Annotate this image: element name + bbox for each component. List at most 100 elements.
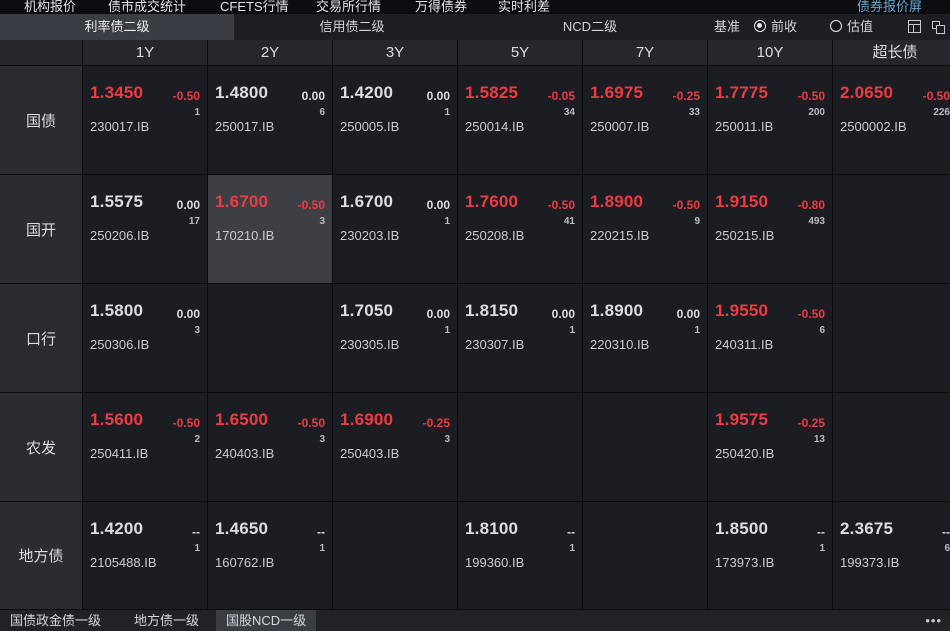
quote-cell-local-3y[interactable]: [332, 501, 457, 609]
radio-valuation[interactable]: [830, 20, 842, 32]
yield-value: 1.5600: [90, 410, 144, 429]
quote-cell-exim-5y[interactable]: 1.8150 0.00 1 230307.IB: [457, 283, 582, 392]
menu-item-exchange[interactable]: 交易所行情: [316, 0, 381, 14]
bond-code: 170210.IB: [215, 228, 275, 243]
yield-change: -0.50: [297, 198, 325, 212]
quote-cell-local-1y[interactable]: 1.4200 -- 1 2105488.IB: [82, 501, 207, 609]
row-header-exim[interactable]: 口行: [0, 283, 82, 392]
yield-value: 1.4650: [215, 519, 269, 538]
quote-cell-cdb-long[interactable]: [832, 174, 950, 283]
quote-cell-treasury-long[interactable]: 2.0650 -0.50 226 2500002.IB: [832, 65, 950, 174]
trade-count: 3: [444, 434, 450, 445]
radio-valuation-label[interactable]: 估值: [847, 14, 873, 40]
menu-item-cfets[interactable]: CFETS行情: [220, 0, 289, 14]
yield-change: -0.50: [672, 198, 700, 212]
quote-cell-exim-long[interactable]: [832, 283, 950, 392]
quote-cell-exim-7y[interactable]: 1.8900 0.00 1 220310.IB: [582, 283, 707, 392]
quote-cell-treasury-10y[interactable]: 1.7775 -0.50 200 250011.IB: [707, 65, 832, 174]
trade-count: 3: [194, 325, 200, 336]
col-header-long[interactable]: 超长债: [832, 40, 950, 65]
quote-cell-adbc-long[interactable]: [832, 392, 950, 501]
row-header-adbc[interactable]: 农发: [0, 392, 82, 501]
quote-cell-cdb-7y[interactable]: 1.8900 -0.50 9 220215.IB: [582, 174, 707, 283]
quote-cell-cdb-5y[interactable]: 1.7600 -0.50 41 250208.IB: [457, 174, 582, 283]
quote-cell-exim-1y[interactable]: 1.5800 0.00 3 250306.IB: [82, 283, 207, 392]
yield-change: -0.50: [922, 89, 950, 103]
layout-icon[interactable]: [908, 20, 921, 33]
col-header-10y[interactable]: 10Y: [707, 40, 832, 65]
more-icon[interactable]: •••: [925, 613, 942, 628]
bond-code: 220310.IB: [590, 337, 650, 352]
yield-change: -0.25: [797, 416, 825, 430]
yield-change: 0.00: [176, 307, 200, 321]
menu-item-institution-quote[interactable]: 机构报价: [24, 0, 76, 14]
yield-value: 1.4800: [215, 83, 269, 102]
quote-cell-adbc-10y[interactable]: 1.9575 -0.25 13 250420.IB: [707, 392, 832, 501]
quote-cell-cdb-2y[interactable]: 1.6700 -0.50 3 170210.IB: [207, 174, 332, 283]
col-header-1y[interactable]: 1Y: [82, 40, 207, 65]
popout-icon[interactable]: [931, 20, 945, 34]
bottom-tab-local-primary[interactable]: 地方债一级: [124, 610, 209, 631]
quote-cell-adbc-7y[interactable]: [582, 392, 707, 501]
row-header-treasury[interactable]: 国债: [0, 65, 82, 174]
menu-item-wind-bond[interactable]: 万得债券: [415, 0, 467, 14]
quote-cell-cdb-3y[interactable]: 1.6700 0.00 1 230203.IB: [332, 174, 457, 283]
yield-change: -0.25: [422, 416, 450, 430]
quote-cell-treasury-1y[interactable]: 1.3450 -0.50 1 230017.IB: [82, 65, 207, 174]
quote-cell-exim-3y[interactable]: 1.7050 0.00 1 230305.IB: [332, 283, 457, 392]
tab-rate-bond-secondary[interactable]: 利率债二级: [0, 14, 234, 40]
yield-value: 1.8500: [715, 519, 769, 538]
yield-change: -0.50: [297, 416, 325, 430]
yield-change: --: [942, 525, 950, 539]
bond-code: 2105488.IB: [90, 555, 157, 570]
quote-cell-adbc-2y[interactable]: 1.6500 -0.50 3 240403.IB: [207, 392, 332, 501]
col-header-2y[interactable]: 2Y: [207, 40, 332, 65]
menu-item-quote-screen[interactable]: 债券报价屏: [857, 0, 922, 14]
quote-cell-local-5y[interactable]: 1.8100 -- 1 199360.IB: [457, 501, 582, 609]
trade-count: 1: [444, 325, 450, 336]
yield-change: -0.80: [797, 198, 825, 212]
quote-cell-local-2y[interactable]: 1.4650 -- 1 160762.IB: [207, 501, 332, 609]
trade-count: 1: [444, 107, 450, 118]
bond-code: 240311.IB: [715, 337, 774, 352]
yield-value: 1.7600: [465, 192, 519, 211]
bottom-tab-ncd-primary[interactable]: 国股NCD一级: [216, 610, 317, 631]
radio-prev-close[interactable]: [754, 20, 766, 32]
quote-cell-adbc-5y[interactable]: [457, 392, 582, 501]
quote-cell-cdb-1y[interactable]: 1.5575 0.00 17 250206.IB: [82, 174, 207, 283]
menu-item-trade-stats[interactable]: 债市成交统计: [108, 0, 186, 14]
col-header-3y[interactable]: 3Y: [332, 40, 457, 65]
quote-cell-treasury-5y[interactable]: 1.5825 -0.05 34 250014.IB: [457, 65, 582, 174]
yield-value: 1.8100: [465, 519, 519, 538]
yield-change: 0.00: [426, 198, 450, 212]
row-header-local[interactable]: 地方债: [0, 501, 82, 609]
yield-change: 0.00: [676, 307, 700, 321]
row-header-cdb[interactable]: 国开: [0, 174, 82, 283]
quote-cell-cdb-10y[interactable]: 1.9150 -0.80 493 250215.IB: [707, 174, 832, 283]
yield-value: 1.4200: [340, 83, 394, 102]
quote-cell-local-7y[interactable]: [582, 501, 707, 609]
yield-value: 1.5800: [90, 301, 144, 320]
quote-cell-adbc-3y[interactable]: 1.6900 -0.25 3 250403.IB: [332, 392, 457, 501]
yield-change: -0.25: [672, 89, 700, 103]
quote-cell-adbc-1y[interactable]: 1.5600 -0.50 2 250411.IB: [82, 392, 207, 501]
yield-change: 0.00: [551, 307, 575, 321]
menu-item-spread[interactable]: 实时利差: [498, 0, 550, 14]
trade-count: 1: [569, 325, 575, 336]
radio-prev-close-label[interactable]: 前收: [771, 14, 797, 40]
yield-value: 2.0650: [840, 83, 894, 102]
bottom-tab-govt-policy-primary[interactable]: 国债政金债一级: [0, 610, 111, 631]
quote-cell-local-10y[interactable]: 1.8500 -- 1 173973.IB: [707, 501, 832, 609]
quote-cell-treasury-2y[interactable]: 1.4800 0.00 6 250017.IB: [207, 65, 332, 174]
col-header-7y[interactable]: 7Y: [582, 40, 707, 65]
tab-credit-bond-secondary[interactable]: 信用债二级: [234, 14, 470, 40]
quote-cell-exim-2y[interactable]: [207, 283, 332, 392]
col-header-5y[interactable]: 5Y: [457, 40, 582, 65]
quote-cell-treasury-3y[interactable]: 1.4200 0.00 1 250005.IB: [332, 65, 457, 174]
yield-value: 1.6700: [215, 192, 269, 211]
quote-cell-treasury-7y[interactable]: 1.6975 -0.25 33 250007.IB: [582, 65, 707, 174]
tab-ncd-secondary[interactable]: NCD二级: [470, 14, 710, 40]
quote-cell-exim-10y[interactable]: 1.9550 -0.50 6 240311.IB: [707, 283, 832, 392]
quote-cell-local-long[interactable]: 2.3675 -- 6 199373.IB: [832, 501, 950, 609]
bond-code: 250011.IB: [715, 119, 774, 134]
